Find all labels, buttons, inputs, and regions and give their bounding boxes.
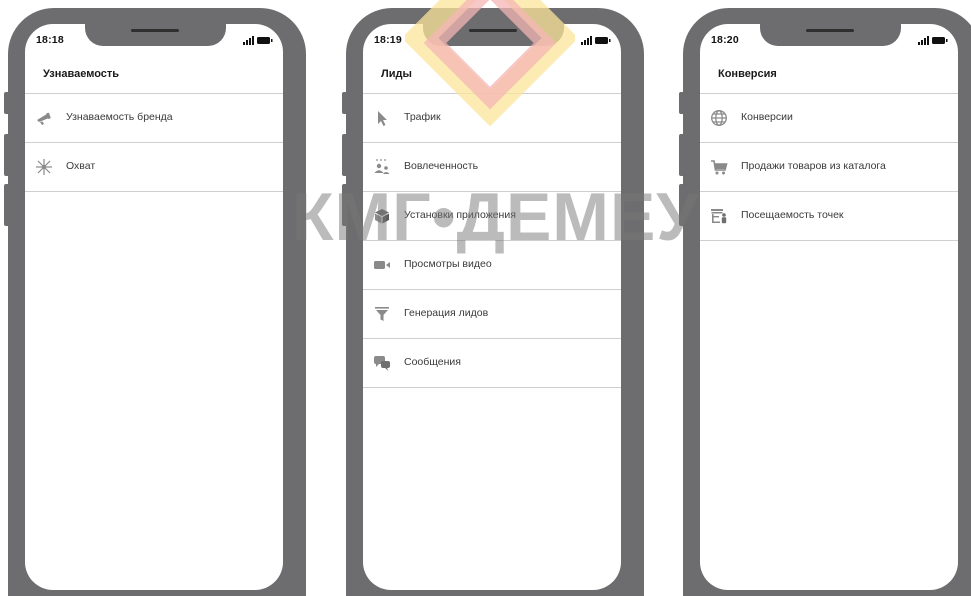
- list-item-label: Охват: [66, 160, 96, 172]
- list-item-reach[interactable]: Охват: [25, 143, 283, 192]
- list-item-traffic[interactable]: Трафик: [363, 94, 621, 143]
- phone-screen: 18:19 Лиды Трафик Вовлеченность Установк…: [363, 24, 621, 590]
- people-icon: [373, 158, 391, 176]
- list-item-label: Просмотры видео: [404, 258, 492, 270]
- list-item-label: Узнаваемость бренда: [66, 111, 173, 123]
- notch: [85, 24, 226, 46]
- phone-screen: 18:18 Узнаваемость Узнаваемость бренда О…: [25, 24, 283, 590]
- signal-battery-icon: [581, 36, 611, 45]
- chat-icon: [373, 354, 391, 372]
- side-button: [342, 92, 348, 114]
- list-item-engagement[interactable]: Вовлеченность: [363, 143, 621, 192]
- list-item-label: Конверсии: [741, 111, 793, 123]
- page-header: Конверсия: [700, 64, 958, 94]
- list-item-video-views[interactable]: Просмотры видео: [363, 241, 621, 290]
- list-item-label: Генерация лидов: [404, 307, 489, 319]
- signal-battery-icon: [243, 36, 273, 45]
- speaker: [806, 29, 854, 32]
- speaker: [469, 29, 517, 32]
- side-button: [679, 92, 685, 114]
- reach-icon: [35, 158, 53, 176]
- phone-frame: 18:19 Лиды Трафик Вовлеченность Установк…: [342, 8, 644, 596]
- side-button: [4, 92, 10, 114]
- globe-icon: [710, 109, 728, 127]
- list-item-lead-generation[interactable]: Генерация лидов: [363, 290, 621, 339]
- speaker: [131, 29, 179, 32]
- list-item-label: Продажи товаров из каталога: [741, 160, 886, 172]
- list-item-catalog-sales[interactable]: Продажи товаров из каталога: [700, 143, 958, 192]
- objective-list: Конверсии Продажи товаров из каталога По…: [700, 94, 958, 241]
- objective-list: Трафик Вовлеченность Установки приложени…: [363, 94, 621, 388]
- list-item-app-installs[interactable]: Установки приложения: [363, 192, 621, 241]
- store-icon: [710, 207, 728, 225]
- status-time: 18:20: [711, 34, 739, 46]
- video-icon: [373, 256, 391, 274]
- funnel-icon: [373, 305, 391, 323]
- signal-battery-icon: [918, 36, 948, 45]
- box-icon: [373, 207, 391, 225]
- list-item-conversions[interactable]: Конверсии: [700, 94, 958, 143]
- page-title: Конверсия: [718, 68, 777, 80]
- page-title: Узнаваемость: [43, 68, 120, 80]
- phone-frame: 18:20 Конверсия Конверсии Продажи товаро…: [679, 8, 971, 596]
- list-item-brand-awareness[interactable]: Узнаваемость бренда: [25, 94, 283, 143]
- list-item-label: Сообщения: [404, 356, 461, 368]
- list-item-store-traffic[interactable]: Посещаемость точек: [700, 192, 958, 241]
- list-item-label: Трафик: [404, 111, 441, 123]
- status-time: 18:19: [374, 34, 402, 46]
- list-item-label: Посещаемость точек: [741, 209, 844, 221]
- side-button: [679, 134, 685, 176]
- side-button: [342, 134, 348, 176]
- phone-screen: 18:20 Конверсия Конверсии Продажи товаро…: [700, 24, 958, 590]
- notch: [760, 24, 901, 46]
- side-button: [342, 184, 348, 226]
- side-button: [4, 134, 10, 176]
- notch: [423, 24, 564, 46]
- phone-frame: 18:18 Узнаваемость Узнаваемость бренда О…: [4, 8, 306, 596]
- page-header: Лиды: [363, 64, 621, 94]
- list-item-label: Установки приложения: [404, 209, 516, 221]
- side-button: [4, 184, 10, 226]
- side-button: [679, 184, 685, 226]
- page-title: Лиды: [381, 68, 412, 80]
- list-item-messages[interactable]: Сообщения: [363, 339, 621, 388]
- cart-icon: [710, 158, 728, 176]
- cursor-icon: [373, 109, 391, 127]
- objective-list: Узнаваемость бренда Охват: [25, 94, 283, 192]
- status-time: 18:18: [36, 34, 64, 46]
- page-header: Узнаваемость: [25, 64, 283, 94]
- megaphone-icon: [35, 109, 53, 127]
- list-item-label: Вовлеченность: [404, 160, 479, 172]
